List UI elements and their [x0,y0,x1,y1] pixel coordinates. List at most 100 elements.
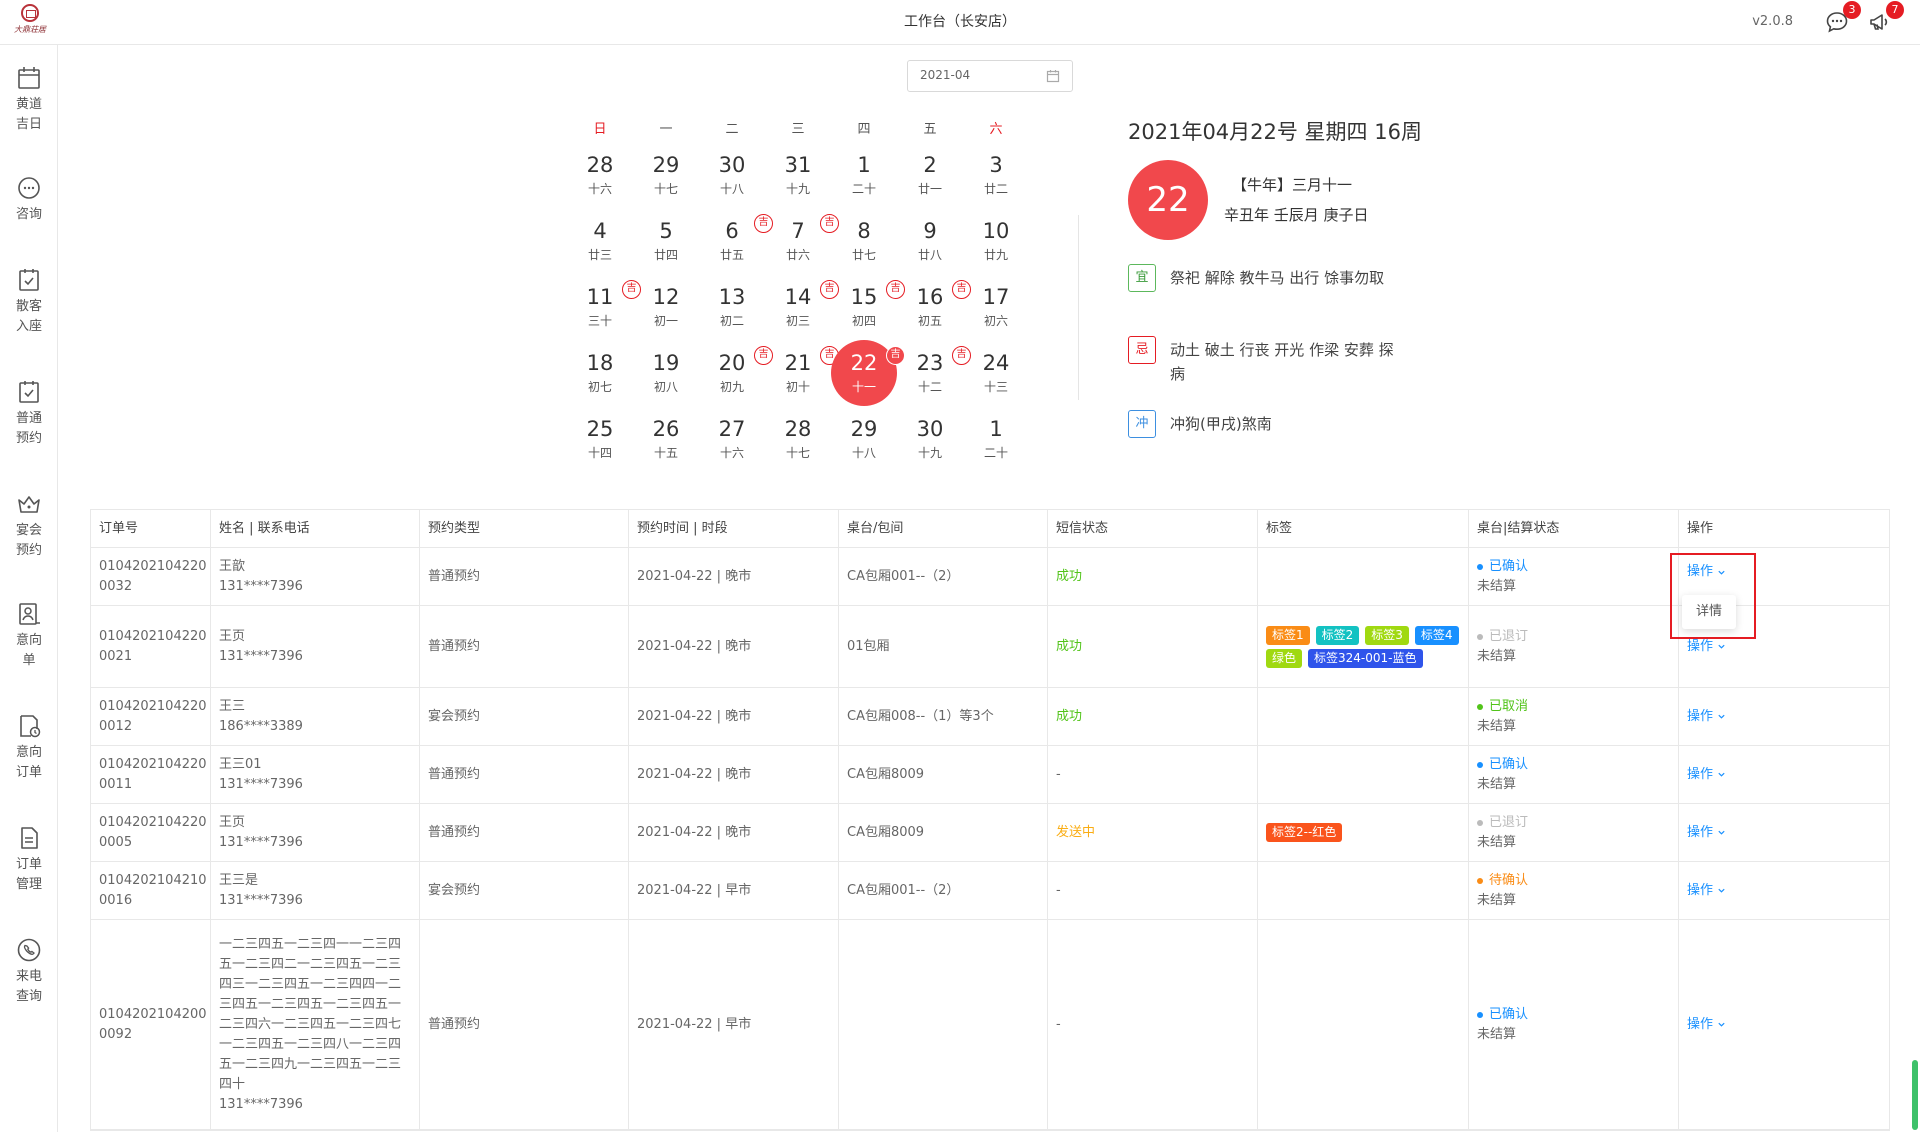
sidebar-item-regular-reservation[interactable]: 普通预约 [0,379,58,449]
calendar-day[interactable]: 30 十九 [897,406,963,472]
status-dot-icon [1477,633,1483,640]
calendar-day[interactable]: 3 廿二 [963,142,1029,208]
day-number: 28 [586,153,614,177]
sms-status: - [1048,746,1258,803]
calendar-day[interactable]: 8 廿七 [831,208,897,274]
messages-button[interactable]: 3 [1825,1,1861,34]
calendar-day[interactable]: 21 初十吉 [765,340,839,406]
settlement-status: 未结算 [1477,718,1517,734]
table-status: 已确认 [1477,1005,1670,1025]
calendar-day[interactable]: 13 初二 [699,274,765,340]
calendar-day[interactable]: 14 初三吉 [765,274,839,340]
reservation-time: 2021-04-22 | 晚市 [629,804,839,861]
calendar-day[interactable]: 29 十八 [831,406,897,472]
tags-cell [1258,920,1469,1129]
calendar-day[interactable]: 12 初一 [633,274,699,340]
actions-button[interactable]: 操作 [1687,765,1881,785]
crown-icon [18,496,40,513]
table-row: 0104202104200 0092 一二三四五一二三四一一二三四五一二三四二一二三… [91,920,1889,1130]
reservation-type: 宴会预约 [420,688,629,745]
table-status: 已确认 [1477,755,1670,775]
calendar-day[interactable]: 23 十二吉 [897,340,971,406]
calendar-day[interactable]: 24 十三 [963,340,1029,406]
actions-button[interactable]: 操作 [1687,707,1881,727]
checklist-icon [19,269,39,291]
calendar-day[interactable]: 4 廿三 [567,208,633,274]
customer-phone: 131****7396 [219,776,303,792]
table-body: 0104202104220 0032 王歆 131****7396 普通预约 2021-0… [91,548,1889,1130]
order-id-part: 0021 [99,648,133,664]
calendar-day[interactable]: 6 廿五吉 [699,208,773,274]
day-number: 4 [593,219,607,243]
lunar-date: 【牛年】三月十一 [1232,176,1353,194]
actions-button[interactable]: 操作 [1687,823,1881,843]
dropdown-item-details[interactable]: 详情 [1682,595,1736,629]
table-status: 待确认 [1477,871,1670,891]
calendar-day[interactable]: 25 十四 [567,406,633,472]
sidebar-item-auspicious-days[interactable]: 黄道吉日 [0,65,58,135]
calendar-day[interactable]: 28 十六 [567,142,633,208]
settlement-status: 未结算 [1477,834,1517,850]
sidebar-item-label: 普通预约 [15,411,42,446]
lunar-day: 初二 [719,314,744,328]
calendar-day[interactable]: 16 初五吉 [897,274,971,340]
calendar-day[interactable]: 1 二十 [963,406,1029,472]
lunar-day: 十七 [785,446,810,460]
sms-status: - [1048,862,1258,919]
calendar-day[interactable]: 2 廿一 [897,142,963,208]
weekday-header: 一 [659,122,673,137]
month-picker[interactable] [907,60,1073,92]
lunar-day: 初三 [785,314,810,328]
day-number: 26 [652,417,680,441]
calendar-day[interactable]: 5 廿四 [633,208,699,274]
notices-button[interactable]: 7 [1868,1,1904,34]
sidebar-item-order-management[interactable]: 订单管理 [0,825,58,895]
tags-cell: 标签1 标签2 标签3 标签4 绿色 标签324-001-蓝色 [1258,606,1469,687]
calendar-day[interactable]: 22 十一吉 [831,340,905,406]
actions-button[interactable]: 操作 [1687,1015,1881,1035]
calendar-day[interactable]: 31 十九 [765,142,831,208]
order-id-part: 0104202104220 [99,814,207,830]
sidebar-item-label: 黄道吉日 [15,97,42,132]
calendar-day[interactable]: 11 三十吉 [567,274,641,340]
calendar-day[interactable]: 27 十六 [699,406,765,472]
sidebar-item-walk-in[interactable]: 散客入座 [0,267,58,337]
table-row: 0104202104220 0012 王三 186****3389 宴会预约 2021-0… [91,688,1889,746]
actions-button[interactable]: 操作 [1687,637,1881,657]
reservation-type: 宴会预约 [420,862,629,919]
lunar-day: 十五 [653,446,678,460]
calendar-day[interactable]: 30 十八 [699,142,765,208]
actions-button[interactable]: 操作 [1687,881,1881,901]
sidebar-item-intent-orders[interactable]: 意向订单 [0,713,58,783]
day-number: 18 [586,351,614,375]
scrollbar[interactable] [1912,1060,1918,1130]
sidebar-item-consult[interactable]: 咨询 [0,175,58,225]
calendar-day[interactable]: 29 十七 [633,142,699,208]
calendar-day[interactable]: 26 十五 [633,406,699,472]
calendar-day[interactable]: 7 廿六吉 [765,208,839,274]
calendar-day[interactable]: 9 廿八 [897,208,963,274]
day-number: 12 [652,285,680,309]
month-input[interactable] [920,68,1030,82]
doc-clock-icon [20,715,41,738]
lunar-day: 廿三 [587,248,612,262]
tag-badge: 绿色 [1266,648,1303,668]
calendar-day[interactable]: 17 初六 [963,274,1029,340]
sidebar-item-banquet-reservation[interactable]: 宴会预约 [0,491,58,561]
reservation-type: 普通预约 [420,804,629,861]
customer-phone: 131****7396 [219,1096,303,1112]
sidebar-item-intent-list[interactable]: 意向单 [0,601,58,671]
sidebar-item-call-lookup[interactable]: 来电查询 [0,937,58,1007]
calendar-day[interactable]: 18 初七 [567,340,633,406]
sidebar-item-label: 宴会预约 [15,523,42,558]
status-text: 已确认 [1489,756,1529,772]
calendar-day[interactable]: 20 初九吉 [699,340,773,406]
calendar-day[interactable]: 1 二十 [831,142,897,208]
calendar-day[interactable]: 19 初八 [633,340,699,406]
lunar-day: 十九 [917,446,942,460]
calendar-day[interactable]: 15 初四吉 [831,274,905,340]
calendar-day[interactable]: 10 廿九 [963,208,1029,274]
tag-list: 标签2--红色 [1266,823,1460,842]
calendar-day[interactable]: 28 十七 [765,406,831,472]
sidebar-item-label: 意向订单 [15,745,42,780]
